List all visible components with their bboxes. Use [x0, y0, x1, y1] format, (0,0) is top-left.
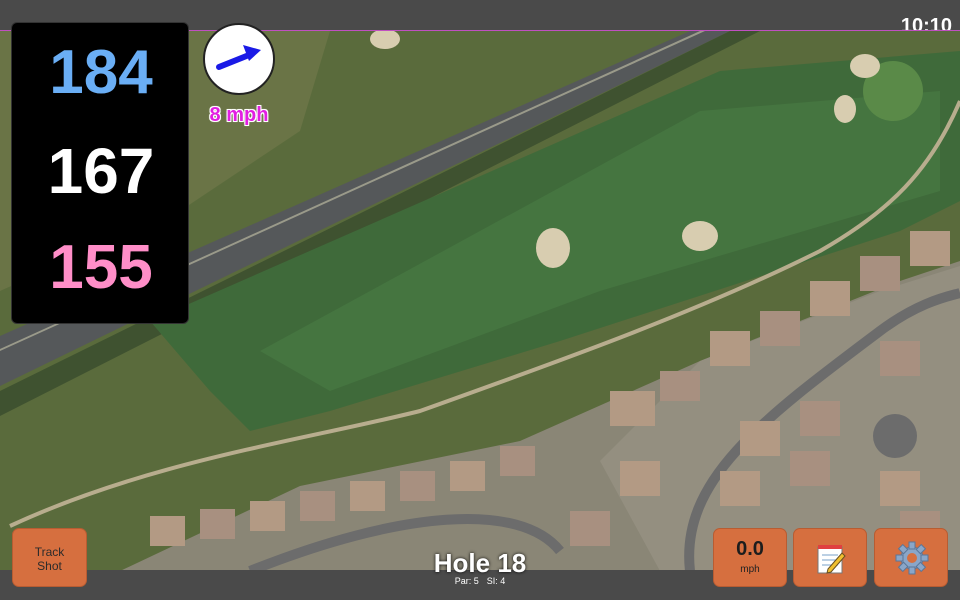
distance-back: 184	[49, 38, 153, 107]
track-shot-label-line1: Track	[34, 545, 65, 559]
wind-speed: 8 mph	[209, 104, 269, 126]
distance-panel: 184 167 155	[11, 22, 189, 324]
wind-indicator	[203, 23, 275, 95]
par-label: Par: 5	[454, 576, 479, 586]
track-shot-button[interactable]: Track Shot	[12, 528, 87, 587]
hole-title: Hole 18	[433, 548, 527, 578]
wind-arrow-icon	[216, 45, 261, 70]
notes-button[interactable]	[793, 528, 867, 587]
distance-front: 155	[49, 233, 153, 302]
speed-value: 0.0	[736, 538, 764, 560]
speed-unit: mph	[740, 564, 760, 575]
track-shot-label-line2: Shot	[37, 559, 62, 573]
settings-button[interactable]	[874, 528, 948, 587]
hole-info: Par: 5 SI: 4	[400, 576, 560, 586]
stroke-index-label: SI: 4	[486, 576, 506, 586]
gear-icon	[895, 541, 929, 575]
notepad-icon	[817, 545, 846, 574]
speed-button[interactable]: 0.0 mph	[713, 528, 787, 587]
distance-middle: 167	[47, 135, 155, 207]
